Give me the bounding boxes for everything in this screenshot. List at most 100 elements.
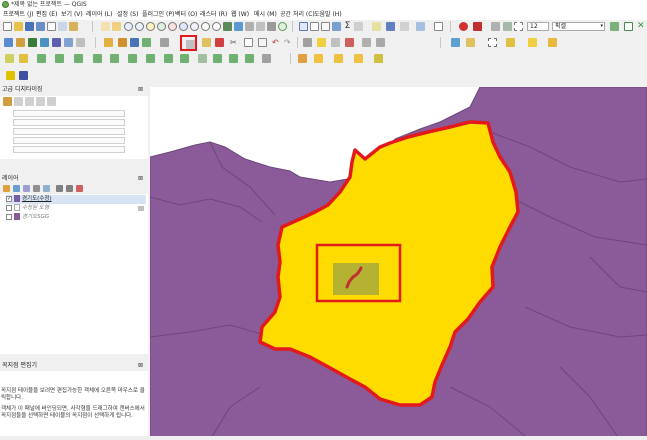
zoom-native-icon[interactable] — [190, 22, 199, 31]
refresh-icon[interactable] — [278, 22, 287, 31]
zoom-next-icon[interactable] — [212, 22, 221, 31]
delete-part-icon[interactable] — [213, 54, 222, 63]
panel-close-icon[interactable]: ⊠ — [138, 86, 143, 94]
add-polygon-icon[interactable] — [142, 38, 151, 47]
x-coordinate-field[interactable] — [13, 128, 125, 135]
parallel-icon[interactable] — [25, 97, 34, 106]
snapping-mode-icon[interactable] — [514, 22, 523, 31]
layer-item-gyeonggi-edited[interactable]: ✓ 경기도(수정) — [6, 195, 146, 204]
save-as-icon[interactable] — [36, 22, 45, 31]
distance-field[interactable] — [13, 110, 125, 117]
menu-processing[interactable]: 공간 처리 (C) — [280, 11, 315, 19]
snapping-unit-select[interactable]: 픽셀 ▾ — [552, 22, 605, 31]
snapping-icon[interactable] — [503, 22, 512, 31]
modify-attributes-icon[interactable] — [202, 38, 211, 47]
redo-icon[interactable]: ↷ — [284, 38, 293, 47]
label-move-icon[interactable] — [331, 38, 340, 47]
offset-curve-icon[interactable] — [245, 54, 254, 63]
add-group-icon[interactable] — [13, 185, 20, 192]
offset-point-icon[interactable] — [354, 54, 363, 63]
merge-selected-icon[interactable] — [298, 54, 307, 63]
save-project-icon[interactable] — [25, 22, 34, 31]
add-delimited-icon[interactable] — [40, 38, 49, 47]
rectangle-icon[interactable] — [74, 54, 83, 63]
delete-ring-icon[interactable] — [198, 54, 207, 63]
label-diagram-icon[interactable] — [376, 38, 385, 47]
measure-icon[interactable] — [354, 22, 363, 31]
collapse-all-icon[interactable] — [66, 185, 73, 192]
filter-icon[interactable] — [33, 185, 40, 192]
pan-to-selection-icon[interactable] — [112, 22, 121, 31]
manage-themes-icon[interactable] — [23, 185, 30, 192]
show-bookmarks-icon[interactable] — [256, 22, 265, 31]
identify-icon[interactable] — [299, 22, 308, 31]
toggle-editing-pencil-icon[interactable] — [118, 38, 127, 47]
zoom-selection-icon[interactable] — [168, 22, 177, 31]
layer-checkbox[interactable] — [6, 204, 12, 211]
annotation-icon[interactable] — [372, 22, 381, 31]
add-postgis-icon[interactable] — [64, 38, 73, 47]
rotate-symbols-icon[interactable] — [334, 54, 343, 63]
menu-settings[interactable]: 설정 (S) — [117, 11, 138, 19]
menu-mesh[interactable]: 메시 (M) — [254, 11, 277, 19]
delete-selected-icon[interactable] — [215, 38, 224, 47]
processing-toolbox-icon[interactable] — [332, 22, 341, 31]
panel-close-icon[interactable]: ⊠ — [138, 175, 143, 183]
copy-icon[interactable] — [244, 38, 253, 47]
ellipse-icon[interactable] — [55, 54, 64, 63]
fill-ring-icon[interactable] — [180, 54, 189, 63]
add-part-icon[interactable] — [164, 54, 173, 63]
zoom-layer-icon[interactable] — [179, 22, 188, 31]
add-ring-icon[interactable] — [146, 54, 155, 63]
simplify-feature-icon[interactable] — [128, 54, 137, 63]
locator-icon[interactable] — [416, 22, 425, 31]
label-highlight-icon[interactable] — [317, 38, 326, 47]
open-attribute-table-icon[interactable] — [310, 22, 319, 31]
split-features-icon[interactable] — [262, 54, 271, 63]
new-print-layout-icon[interactable] — [47, 22, 56, 31]
zoom-out-icon[interactable] — [135, 22, 144, 31]
add-vector-icon[interactable] — [16, 38, 25, 47]
menu-plugins[interactable]: 플러그인 (P) — [142, 11, 174, 19]
menu-raster[interactable]: 래스터 (R) — [200, 11, 227, 19]
menu-vector[interactable]: 벡터 (O) — [175, 11, 197, 19]
select-all-icon[interactable] — [548, 38, 557, 47]
select-by-location-icon[interactable] — [528, 38, 537, 47]
shape-digitize-icon[interactable] — [19, 54, 28, 63]
statistics-sigma-icon[interactable]: Σ — [343, 22, 352, 31]
cut-icon[interactable]: ✂ — [230, 38, 239, 47]
paste-icon[interactable] — [258, 38, 267, 47]
pan-icon[interactable] — [101, 22, 110, 31]
temporal-icon[interactable] — [267, 22, 276, 31]
snapping-tolerance-input[interactable]: 12 — [527, 22, 549, 31]
open-project-icon[interactable] — [14, 22, 23, 31]
trace-icon[interactable] — [610, 22, 619, 31]
checkbox-icon[interactable] — [624, 22, 633, 31]
new-bookmark-icon[interactable] — [245, 22, 254, 31]
filter-map-icon[interactable] — [43, 185, 50, 192]
zoom-last-icon[interactable] — [201, 22, 210, 31]
menu-view[interactable]: 보기 (V) — [61, 11, 83, 19]
add-spatialite-icon[interactable] — [52, 38, 61, 47]
rotate-feature-icon[interactable] — [110, 54, 119, 63]
plugin-icon[interactable] — [19, 71, 28, 80]
zoom-rubberband-icon[interactable] — [146, 22, 155, 31]
reverse-line-icon[interactable] — [374, 54, 383, 63]
layer-checkbox[interactable] — [6, 213, 12, 220]
layer-item-gyeonggi-sgg[interactable]: 경기도SGG — [6, 213, 49, 222]
add-raster-icon[interactable] — [28, 38, 37, 47]
label-text-icon[interactable] — [434, 22, 443, 31]
regular-polygon-icon[interactable] — [93, 54, 102, 63]
layout-manager-icon[interactable] — [58, 22, 67, 31]
menu-project[interactable]: 프로젝트 (J) — [3, 11, 33, 19]
expand-all-icon[interactable] — [56, 185, 63, 192]
label-pin-icon[interactable] — [303, 38, 312, 47]
move-feature-icon[interactable] — [160, 38, 169, 47]
select-by-value-icon[interactable] — [466, 38, 475, 47]
current-edits-icon[interactable] — [104, 38, 113, 47]
deselect-icon[interactable] — [488, 38, 497, 47]
select-by-expression-icon[interactable] — [506, 38, 515, 47]
panel-close-icon[interactable]: ⊠ — [138, 362, 143, 370]
menu-layer[interactable]: 레이어 (L) — [86, 11, 113, 19]
layer-checkbox[interactable]: ✓ — [6, 195, 12, 202]
